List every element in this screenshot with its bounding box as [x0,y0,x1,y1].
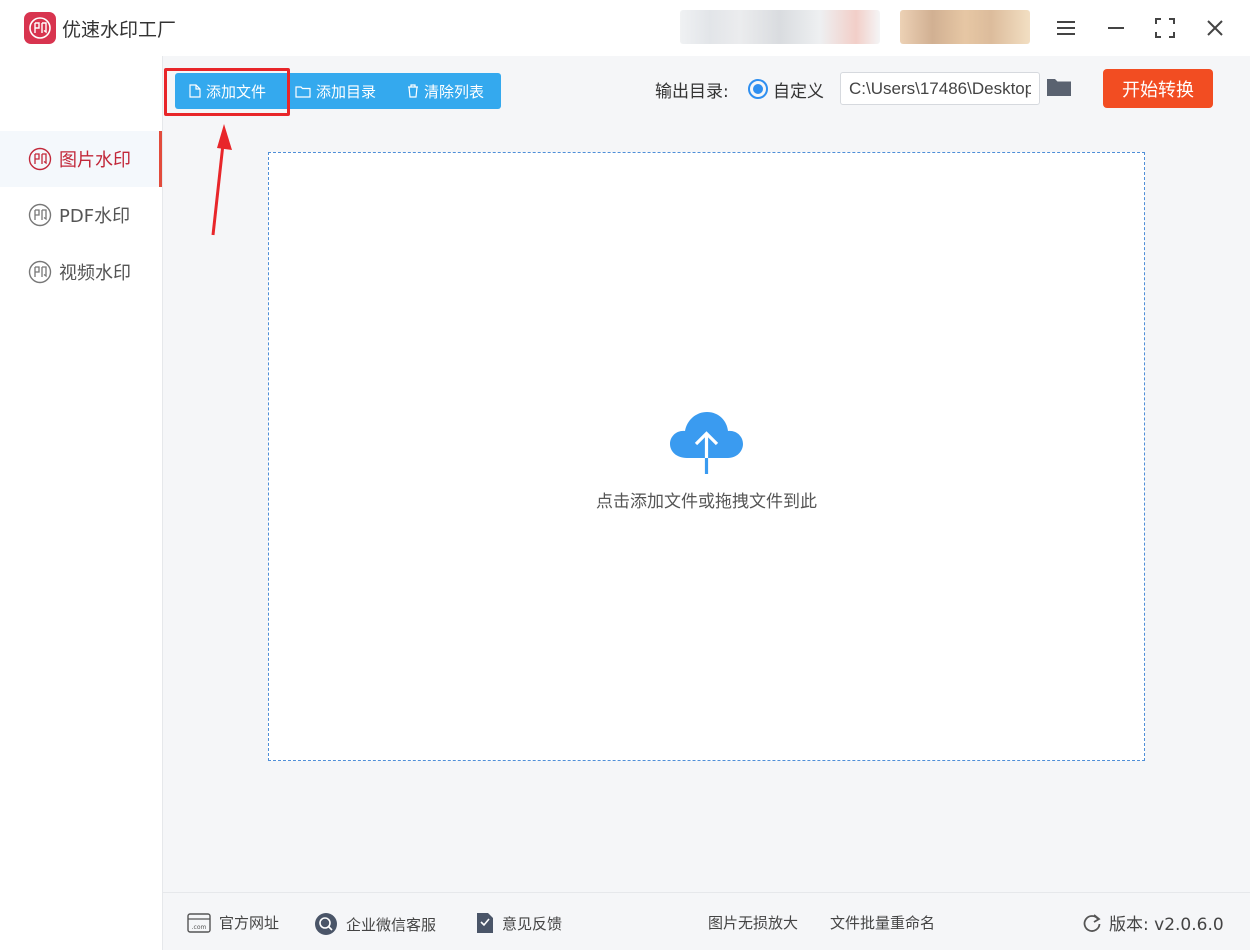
batch-rename-label: 文件批量重命名 [830,914,936,932]
version-info[interactable]: 版本: v2.0.6.0 [1082,910,1224,935]
image-enlarge-link[interactable]: 图片无损放大 [708,912,798,933]
sidebar: 图片水印 PDF水印 视频水印 [0,56,163,950]
clear-list-label: 清除列表 [424,82,485,101]
sidebar-item-video-watermark[interactable]: 视频水印 [0,244,162,300]
output-path-input[interactable] [840,72,1040,105]
cloud-upload-icon [670,412,743,474]
blurred-user-info [680,10,880,44]
app-logo-icon [24,12,56,44]
official-website-label: 官方网址 [219,914,280,932]
start-convert-button[interactable]: 开始转换 [1103,69,1213,108]
add-folder-button[interactable]: 添加目录 [293,73,401,109]
sidebar-item-label: 视频水印 [59,263,131,284]
radio-selected-dot [753,84,763,94]
drop-zone-hint: 点击添加文件或拖拽文件到此 [596,492,817,512]
custom-output-radio-label: 自定义 [773,82,824,102]
refresh-icon [1083,913,1101,932]
batch-rename-link[interactable]: 文件批量重命名 [830,912,935,933]
sidebar-item-pdf-watermark[interactable]: PDF水印 [0,187,162,243]
sidebar-item-label: PDF水印 [59,206,131,227]
browse-folder-button[interactable] [1046,77,1074,99]
folder-outline-icon [295,85,311,98]
wechat-service-link[interactable]: 企业微信客服 [314,912,436,936]
close-icon [1207,20,1223,36]
hamburger-menu-icon [1057,21,1075,35]
output-directory-label: 输出目录: [655,82,729,102]
add-file-label: 添加文件 [206,82,267,101]
image-enlarge-label: 图片无损放大 [708,914,799,932]
sidebar-item-label: 图片水印 [59,150,131,171]
version-label: 版本: v2.0.6.0 [1109,915,1224,935]
minimize-button[interactable] [1100,12,1132,44]
custom-output-radio[interactable] [748,79,768,99]
website-icon: .com [187,912,211,933]
menu-button[interactable] [1050,12,1082,44]
add-folder-label: 添加目录 [316,82,377,101]
clear-list-button[interactable]: 清除列表 [401,73,501,109]
feedback-icon [477,913,493,933]
official-website-link[interactable]: .com 官方网址 [187,912,279,933]
wechat-service-label: 企业微信客服 [346,915,437,934]
chat-service-icon [315,913,337,935]
file-action-group: 添加文件 添加目录 清除列表 [175,73,501,109]
trash-icon [408,84,418,98]
maximize-button[interactable] [1149,12,1181,44]
title-bar: 优速水印工厂 [0,0,1250,56]
blurred-avatar [900,10,1030,44]
watermark-stamp-icon [28,147,52,171]
feedback-label: 意见反馈 [502,914,563,933]
folder-icon [1047,79,1071,96]
minimize-icon [1108,27,1124,29]
feedback-link[interactable]: 意见反馈 [476,912,562,934]
watermark-stamp-icon [28,203,52,227]
watermark-stamp-icon [28,260,52,284]
file-icon [189,84,201,98]
svg-text:.com: .com [192,924,207,931]
sidebar-item-image-watermark[interactable]: 图片水印 [0,131,162,187]
close-button[interactable] [1199,12,1231,44]
add-file-button[interactable]: 添加文件 [175,73,293,109]
maximize-icon [1155,18,1175,38]
app-title: 优速水印工厂 [62,19,177,41]
